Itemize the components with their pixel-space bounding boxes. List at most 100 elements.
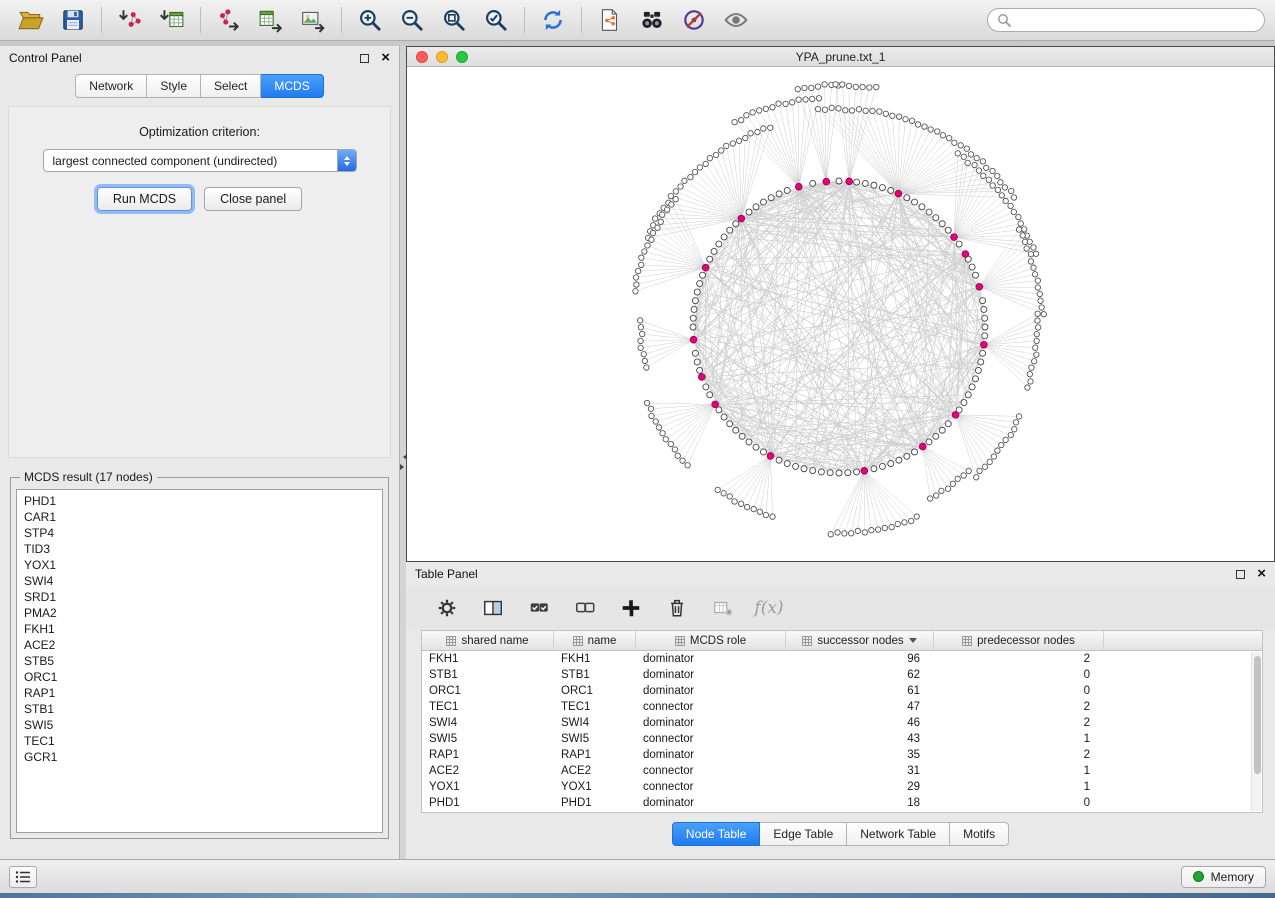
- float-table-panel-icon[interactable]: [1236, 570, 1245, 579]
- scrollbar-thumb[interactable]: [1254, 656, 1261, 774]
- close-window-icon[interactable]: [416, 51, 428, 63]
- mcds-list-item[interactable]: TID3: [17, 541, 382, 557]
- minimize-window-icon[interactable]: [436, 51, 448, 63]
- mcds-list-item[interactable]: PHD1: [17, 493, 382, 509]
- table-row[interactable]: ACE2ACE2connector311: [422, 763, 1262, 779]
- table-tab-edge-table[interactable]: Edge Table: [760, 822, 847, 846]
- mcds-result-list[interactable]: PHD1CAR1STP4TID3YOX1SWI4SRD1PMA2FKH1ACE2…: [16, 489, 383, 833]
- task-history-button[interactable]: [9, 866, 37, 888]
- control-panel-tabs: NetworkStyleSelectMCDS: [75, 74, 323, 98]
- table-cell: STB1: [422, 669, 554, 681]
- column-header-shared-name[interactable]: shared name: [422, 631, 554, 650]
- open-session-button[interactable]: [10, 3, 52, 37]
- zoom-out-button[interactable]: [391, 3, 433, 37]
- mcds-list-item[interactable]: STB5: [17, 653, 382, 669]
- float-panel-icon[interactable]: [360, 54, 369, 63]
- close-panel-icon[interactable]: ×: [381, 53, 390, 63]
- collapse-left-icon[interactable]: [400, 454, 407, 460]
- column-header-successor-nodes[interactable]: successor nodes: [786, 631, 934, 650]
- find-button[interactable]: [631, 3, 673, 37]
- memory-button[interactable]: Memory: [1181, 866, 1266, 888]
- toolbar-search-box[interactable]: [987, 8, 1265, 32]
- table-settings-button[interactable]: [434, 595, 460, 621]
- add-column-button[interactable]: [618, 595, 644, 621]
- mcds-list-item[interactable]: YOX1: [17, 557, 382, 573]
- table-tab-node-table[interactable]: Node Table: [672, 822, 761, 846]
- mcds-list-item[interactable]: SRD1: [17, 589, 382, 605]
- mcds-list-item[interactable]: ORC1: [17, 669, 382, 685]
- tab-select[interactable]: Select: [201, 74, 261, 98]
- dropdown-stepper-icon: [337, 150, 356, 171]
- column-header-name[interactable]: name: [554, 631, 636, 650]
- select-all-button[interactable]: [526, 595, 552, 621]
- splitter-collapse-icons[interactable]: [400, 454, 406, 470]
- apply-layout-button[interactable]: [532, 3, 574, 37]
- trash-icon: [666, 597, 688, 619]
- table-tab-motifs[interactable]: Motifs: [950, 822, 1009, 846]
- mcds-list-item[interactable]: FKH1: [17, 621, 382, 637]
- tab-network[interactable]: Network: [75, 74, 147, 98]
- close-table-panel-icon[interactable]: ×: [1257, 569, 1266, 579]
- table-row[interactable]: FKH1FKH1dominator962: [422, 651, 1262, 667]
- panel-splitter[interactable]: [400, 46, 406, 859]
- column-header-MCDS-role[interactable]: MCDS role: [636, 631, 786, 650]
- export-table-button[interactable]: [250, 3, 292, 37]
- mcds-list-item[interactable]: STP4: [17, 525, 382, 541]
- export-network-button[interactable]: [208, 3, 250, 37]
- zoom-in-button[interactable]: [349, 3, 391, 37]
- save-session-button[interactable]: [52, 3, 94, 37]
- import-network-button[interactable]: [109, 3, 151, 37]
- zoom-selected-icon: [483, 7, 509, 33]
- refresh-icon: [540, 7, 566, 33]
- list-icon: [15, 870, 31, 884]
- criterion-select[interactable]: largest connected component (undirected): [43, 149, 357, 172]
- table-disabled-icon: [712, 597, 734, 619]
- table-row[interactable]: ORC1ORC1dominator610: [422, 683, 1262, 699]
- table-row[interactable]: YOX1YOX1connector291: [422, 779, 1262, 795]
- search-input[interactable]: [1017, 13, 1255, 27]
- tab-style[interactable]: Style: [147, 74, 201, 98]
- table-row[interactable]: TEC1TEC1connector472: [422, 699, 1262, 715]
- zoom-selected-button[interactable]: [475, 3, 517, 37]
- column-header-predecessor-nodes[interactable]: predecessor nodes: [934, 631, 1104, 650]
- mcds-result-title: MCDS result (17 nodes): [20, 470, 157, 484]
- export-image-button[interactable]: [292, 3, 334, 37]
- close-panel-button[interactable]: Close panel: [204, 187, 302, 211]
- table-row[interactable]: SWI5SWI5connector431: [422, 731, 1262, 747]
- mcds-list-item[interactable]: STB1: [17, 701, 382, 717]
- show-graphics-details-button[interactable]: [715, 3, 757, 37]
- collapse-right-icon[interactable]: [400, 464, 407, 470]
- mcds-list-item[interactable]: CAR1: [17, 509, 382, 525]
- table-row[interactable]: STB1STB1dominator620: [422, 667, 1262, 683]
- import-table-button[interactable]: [151, 3, 193, 37]
- zoom-fit-icon: [441, 7, 467, 33]
- run-mcds-button[interactable]: Run MCDS: [97, 187, 192, 211]
- deselect-all-button[interactable]: [572, 595, 598, 621]
- table-tab-network-table[interactable]: Network Table: [847, 822, 950, 846]
- network-canvas[interactable]: [407, 67, 1274, 561]
- table-row[interactable]: RAP1RAP1dominator352: [422, 747, 1262, 763]
- deselect-all-icon: [574, 597, 596, 619]
- toolbar-separator: [101, 7, 102, 33]
- table-scrollbar[interactable]: [1251, 652, 1261, 811]
- mcds-list-item[interactable]: SWI5: [17, 717, 382, 733]
- table-row[interactable]: SWI4SWI4dominator462: [422, 715, 1262, 731]
- table-panel-title: Table Panel: [415, 567, 478, 581]
- mcds-list-item[interactable]: TEC1: [17, 733, 382, 749]
- maximize-window-icon[interactable]: [456, 51, 468, 63]
- mcds-list-item[interactable]: PMA2: [17, 605, 382, 621]
- mcds-list-item[interactable]: SWI4: [17, 573, 382, 589]
- mcds-list-item[interactable]: RAP1: [17, 685, 382, 701]
- table-cell: 2: [934, 701, 1104, 713]
- tab-mcds[interactable]: MCDS: [261, 74, 323, 98]
- hide-graphics-details-button[interactable]: [673, 3, 715, 37]
- mcds-list-item[interactable]: ACE2: [17, 637, 382, 653]
- export-to-web-button[interactable]: [589, 3, 631, 37]
- show-columns-button[interactable]: [480, 595, 506, 621]
- network-graph[interactable]: [407, 67, 1274, 561]
- delete-column-button[interactable]: [664, 595, 690, 621]
- mcds-list-item[interactable]: GCR1: [17, 749, 382, 765]
- table-row[interactable]: PHD1PHD1dominator180: [422, 795, 1262, 811]
- zoom-fit-button[interactable]: [433, 3, 475, 37]
- table-cell: 1: [934, 733, 1104, 745]
